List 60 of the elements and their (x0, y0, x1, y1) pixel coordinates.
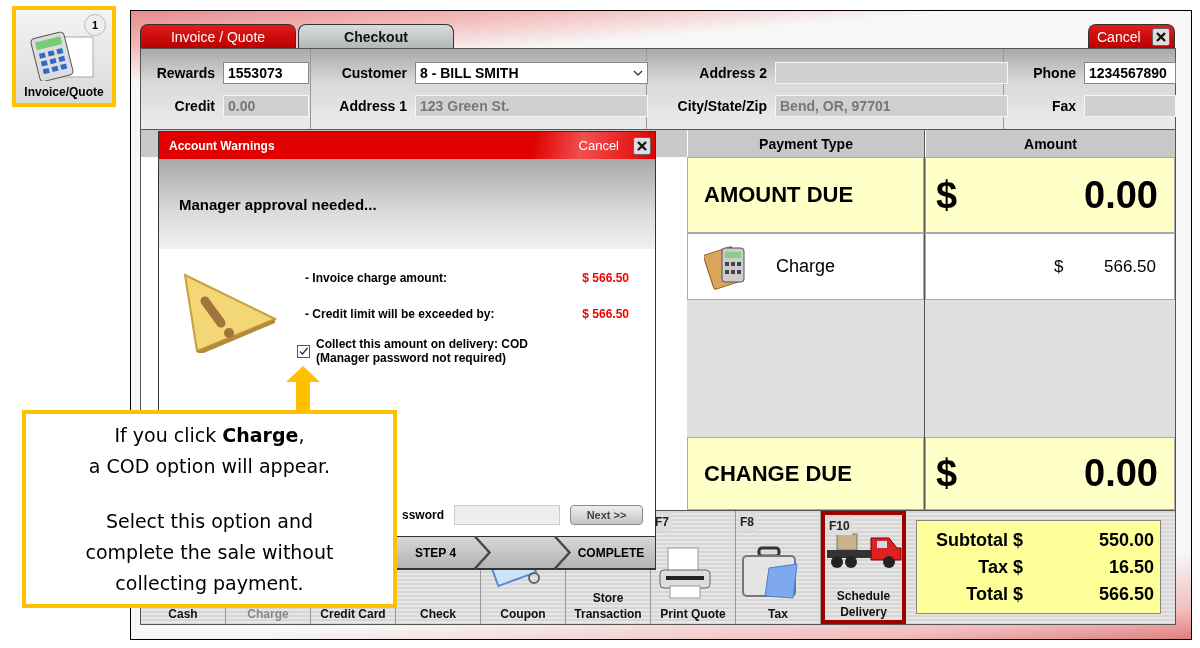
column-header: Payment Type (687, 130, 924, 157)
dialog-title: Account Warnings (169, 138, 275, 153)
cod-checkbox[interactable] (297, 345, 310, 358)
tab[interactable]: Checkout (298, 24, 454, 48)
close-icon[interactable] (633, 136, 651, 155)
table-cell: AMOUNT DUE (687, 157, 924, 233)
callout-text: Select this option and complete the sale without collecting payment. (84, 508, 335, 596)
total-label: Tax $ (977, 556, 1023, 578)
cancel-link[interactable]: Cancel (578, 138, 619, 153)
password-label: ssword (402, 508, 444, 522)
total-label: Total $ (965, 583, 1023, 605)
currency-symbol: $ (935, 452, 958, 495)
function-button[interactable]: F8 Tax (736, 511, 821, 624)
currency-symbol: $ (1053, 256, 1064, 277)
amount-text: 0.00 (1084, 173, 1159, 217)
total-value: 16.50 (1107, 556, 1154, 578)
input-field[interactable]: 1553073 (223, 62, 309, 84)
amount-text: 0.00 (1084, 452, 1159, 495)
warning-amount: $ 566.50 (582, 271, 629, 285)
warning-text: - Credit limit will be exceeded by: (305, 307, 495, 321)
warning-amount: $ 566.50 (582, 307, 629, 321)
briefcase-icon (742, 546, 798, 599)
column-header: Amount (925, 130, 1175, 157)
field-label: Rewards (155, 65, 215, 81)
key-label: F8 (738, 513, 756, 531)
input-field[interactable]: 1234567890 (1084, 62, 1176, 84)
close-icon[interactable] (1152, 27, 1170, 46)
currency-symbol: $ (935, 173, 958, 217)
key-label: F10 (827, 517, 852, 535)
cod-option-label: Collect this amount on delivery: COD (Manager password not required) (316, 337, 529, 365)
total-value: 566.50 (1097, 583, 1154, 605)
field-label: Address 2 (698, 65, 767, 81)
amount-text: 566.50 (1104, 256, 1157, 277)
field-label: City/State/Zip (676, 98, 767, 114)
cancel-button[interactable]: Cancel (1088, 24, 1175, 48)
invoice-quote-launcher[interactable]: 1 Invoice/Quote (12, 6, 116, 107)
field-label: Address 1 (338, 98, 407, 114)
field-label: Fax (1050, 98, 1076, 114)
truck-icon (826, 533, 901, 568)
launcher-label: Invoice/Quote (24, 85, 104, 99)
dropdown-field[interactable]: 8 - BILL SMITH (415, 62, 648, 84)
total-label: Subtotal $ (935, 529, 1023, 551)
total-value: 550.00 (1097, 529, 1154, 551)
function-button[interactable]: F10 Schedule Delivery (821, 511, 906, 624)
next-button[interactable]: Next >> (570, 505, 643, 525)
count-badge: 1 (84, 14, 106, 36)
payment-label: Charge (775, 256, 836, 277)
field-label: Customer (340, 65, 407, 81)
warning-icon (181, 271, 277, 353)
dialog-heading: Manager approval needed... (179, 195, 377, 213)
callout-text: If you click Charge, a COD option will appear. (88, 422, 331, 479)
tab[interactable]: Invoice / Quote (140, 24, 296, 48)
password-field[interactable] (454, 505, 560, 525)
printer-icon (659, 547, 711, 599)
field-label: Credit (173, 98, 215, 114)
step-segment: COMPLETE (555, 536, 655, 569)
table-cell: CHANGE DUE (687, 437, 924, 510)
chevron-down-icon (633, 70, 643, 76)
warning-text: - Invoice charge amount: (305, 271, 448, 285)
field-label: Phone (1032, 65, 1076, 81)
